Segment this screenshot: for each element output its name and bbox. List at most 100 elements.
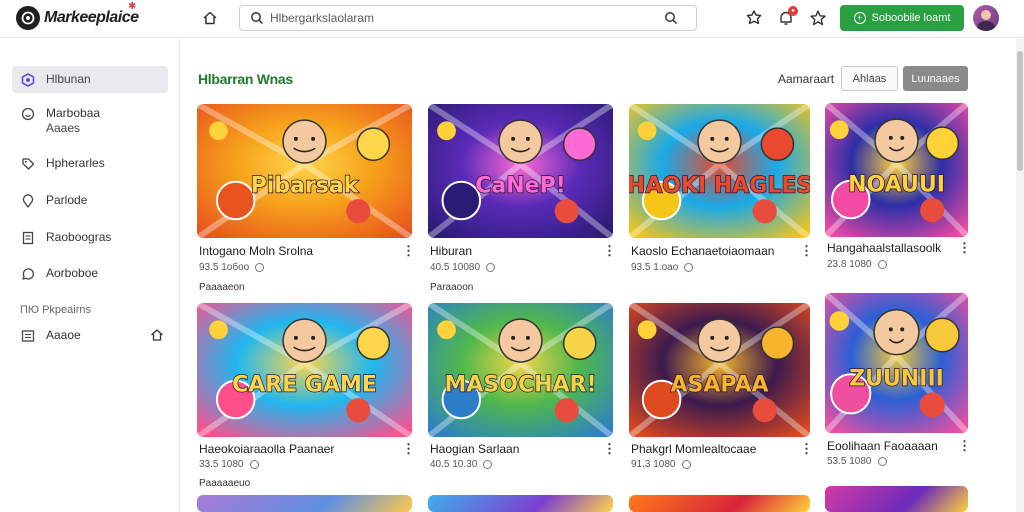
game-meta: 23.8 1080 [827,259,887,270]
game-title[interactable]: Haogian Sarlaan [430,442,519,456]
game-meta: 40.5 10.30 [430,459,493,470]
game-art-title: CARE GAME [232,372,377,397]
game-stats: 23.8 1080 [827,259,872,270]
list-icon [20,328,36,344]
game-card[interactable] [197,495,412,512]
sidebar-item-aorboboe[interactable]: Aorboboe [12,266,168,282]
logo[interactable]: Markeeplaice [16,6,139,30]
game-stats: 53.5 1080 [827,456,872,467]
game-meta: 53.5 1080 [827,456,887,467]
more-options-icon[interactable]: ⋮ [958,241,971,254]
game-thumbnail[interactable]: ASAPAA [629,303,810,437]
home-icon [203,11,217,25]
more-options-icon[interactable]: ⋮ [800,244,813,257]
scrollbar[interactable] [1016,39,1024,512]
game-meta: 93.5 1.оао [631,262,694,273]
smiley-icon [20,106,36,122]
star-icon[interactable] [808,8,828,28]
game-thumbnail[interactable] [629,495,810,512]
game-thumbnail[interactable]: HAOKI HAGLES [629,104,810,238]
more-options-icon[interactable]: ⋮ [603,244,616,257]
game-meta: 40.5 10080 [430,262,496,273]
game-thumbnail[interactable]: CARE GAME [197,303,412,437]
filter-button-active[interactable]: Luunaaes [903,66,968,91]
game-art-title: NOAUUI [848,172,945,197]
game-art-title: ZUUNIII [849,366,944,391]
hex-icon [20,72,36,88]
sidebar-item-raoboogras[interactable]: Raoboogras [12,230,168,246]
game-card[interactable] [825,486,968,512]
game-stats: 40.5 10080 [430,262,481,273]
game-thumbnail[interactable]: CaNeP! [428,104,613,238]
notification-icon[interactable]: ● [776,6,798,28]
filter-button[interactable]: Ahlaas [841,66,898,91]
more-options-icon[interactable]: ⋮ [800,442,813,455]
clock-icon [877,260,887,269]
gamepad-icon[interactable] [744,8,764,28]
home-button[interactable] [200,8,220,28]
sidebar-item-label: Hpherarles [46,156,105,170]
clock-icon [877,457,887,466]
home-icon[interactable] [150,328,164,345]
sidebar-item-aaaoe[interactable]: Aaaoe [12,328,168,344]
search-submit-icon[interactable] [664,11,678,30]
game-thumbnail[interactable] [428,495,613,512]
game-thumbnail[interactable]: MASOCHAR! [428,303,613,437]
game-thumbnail[interactable] [825,486,968,512]
game-title[interactable]: Intogano Moln Srolna [199,244,313,258]
clock-icon [483,460,493,469]
sidebar-section-heading: ПЮ Pkpeairns [20,304,91,316]
document-icon [20,230,36,246]
game-title[interactable]: Eoolihaan Faoaaaan [827,439,938,453]
sidebar-item-hlbunan[interactable]: Hlbunan [12,66,168,93]
game-thumbnail[interactable] [197,495,412,512]
sidebar-item-label: Marbobaa [46,106,101,120]
search-input[interactable] [270,10,650,26]
game-title[interactable]: Hiburan [430,244,472,258]
scrollbar-thumb[interactable] [1017,51,1023,171]
sidebar-item-label: Parlode [46,193,88,207]
game-tag: Paaaaaeuo [199,478,251,489]
sort-label[interactable]: Aamaraart [778,72,834,86]
more-options-icon[interactable]: ⋮ [402,244,415,257]
game-card[interactable] [629,495,810,512]
clock-icon [255,263,265,272]
game-title[interactable]: Kaoslo Echanaetoiaomaan [631,244,774,258]
sidebar-item-parlode[interactable]: Parlode [12,193,168,209]
primary-action-button[interactable]: + Soboobile loamt [840,5,964,31]
notification-badge: ● [788,6,798,16]
avatar[interactable] [973,5,999,31]
game-stats: 33.5 1080 [199,459,244,470]
sidebar-item-marbobaa[interactable]: Marbobaa Aaaes [12,106,168,136]
more-options-icon[interactable]: ⋮ [958,439,971,452]
clock-icon [486,263,496,272]
game-stats: 93.5 1.оао [631,262,679,273]
game-title[interactable]: Haeokoiaraaolla Paanaer [199,442,334,456]
game-art-title: HAOKI HAGLES [629,173,810,198]
sidebar-item-sublabel: Aaaes [46,121,81,135]
primary-action-label: Soboobile loamt [871,12,951,24]
game-card[interactable] [428,495,613,512]
game-art-title: MASOCHAR! [444,372,596,397]
game-tag: Paraaoon [430,282,474,293]
game-thumbnail[interactable]: Pibarsak [197,104,412,238]
game-art-title: ASAPAA [670,372,768,397]
plus-circle-icon: + [853,12,866,24]
game-thumbnail[interactable]: ZUUNIII [825,293,968,433]
logo-icon [16,6,40,30]
sidebar: Hlbunan Marbobaa Aaaes Hpherarles Parlod… [0,39,180,512]
game-meta: 93.5 1обоо [199,262,265,273]
game-tag: Paaaaeon [199,282,245,293]
sidebar-item-label: Aaaoe [46,328,81,342]
game-thumbnail[interactable]: NOAUUI [825,103,968,237]
clock-icon [249,460,259,469]
more-options-icon[interactable]: ⋮ [603,442,616,455]
game-meta: 33.5 1080 [199,459,259,470]
more-options-icon[interactable]: ⋮ [402,442,415,455]
sidebar-item-label: Aorboboe [46,266,99,280]
sidebar-item-hpherarles[interactable]: Hpherarles [12,156,168,172]
search-icon [250,11,264,30]
game-art-title: Pibarsak [251,173,360,198]
game-title[interactable]: Hangahaalstallasoolk [827,241,941,255]
game-title[interactable]: Phakgrl Momlealtocaae [631,442,756,456]
